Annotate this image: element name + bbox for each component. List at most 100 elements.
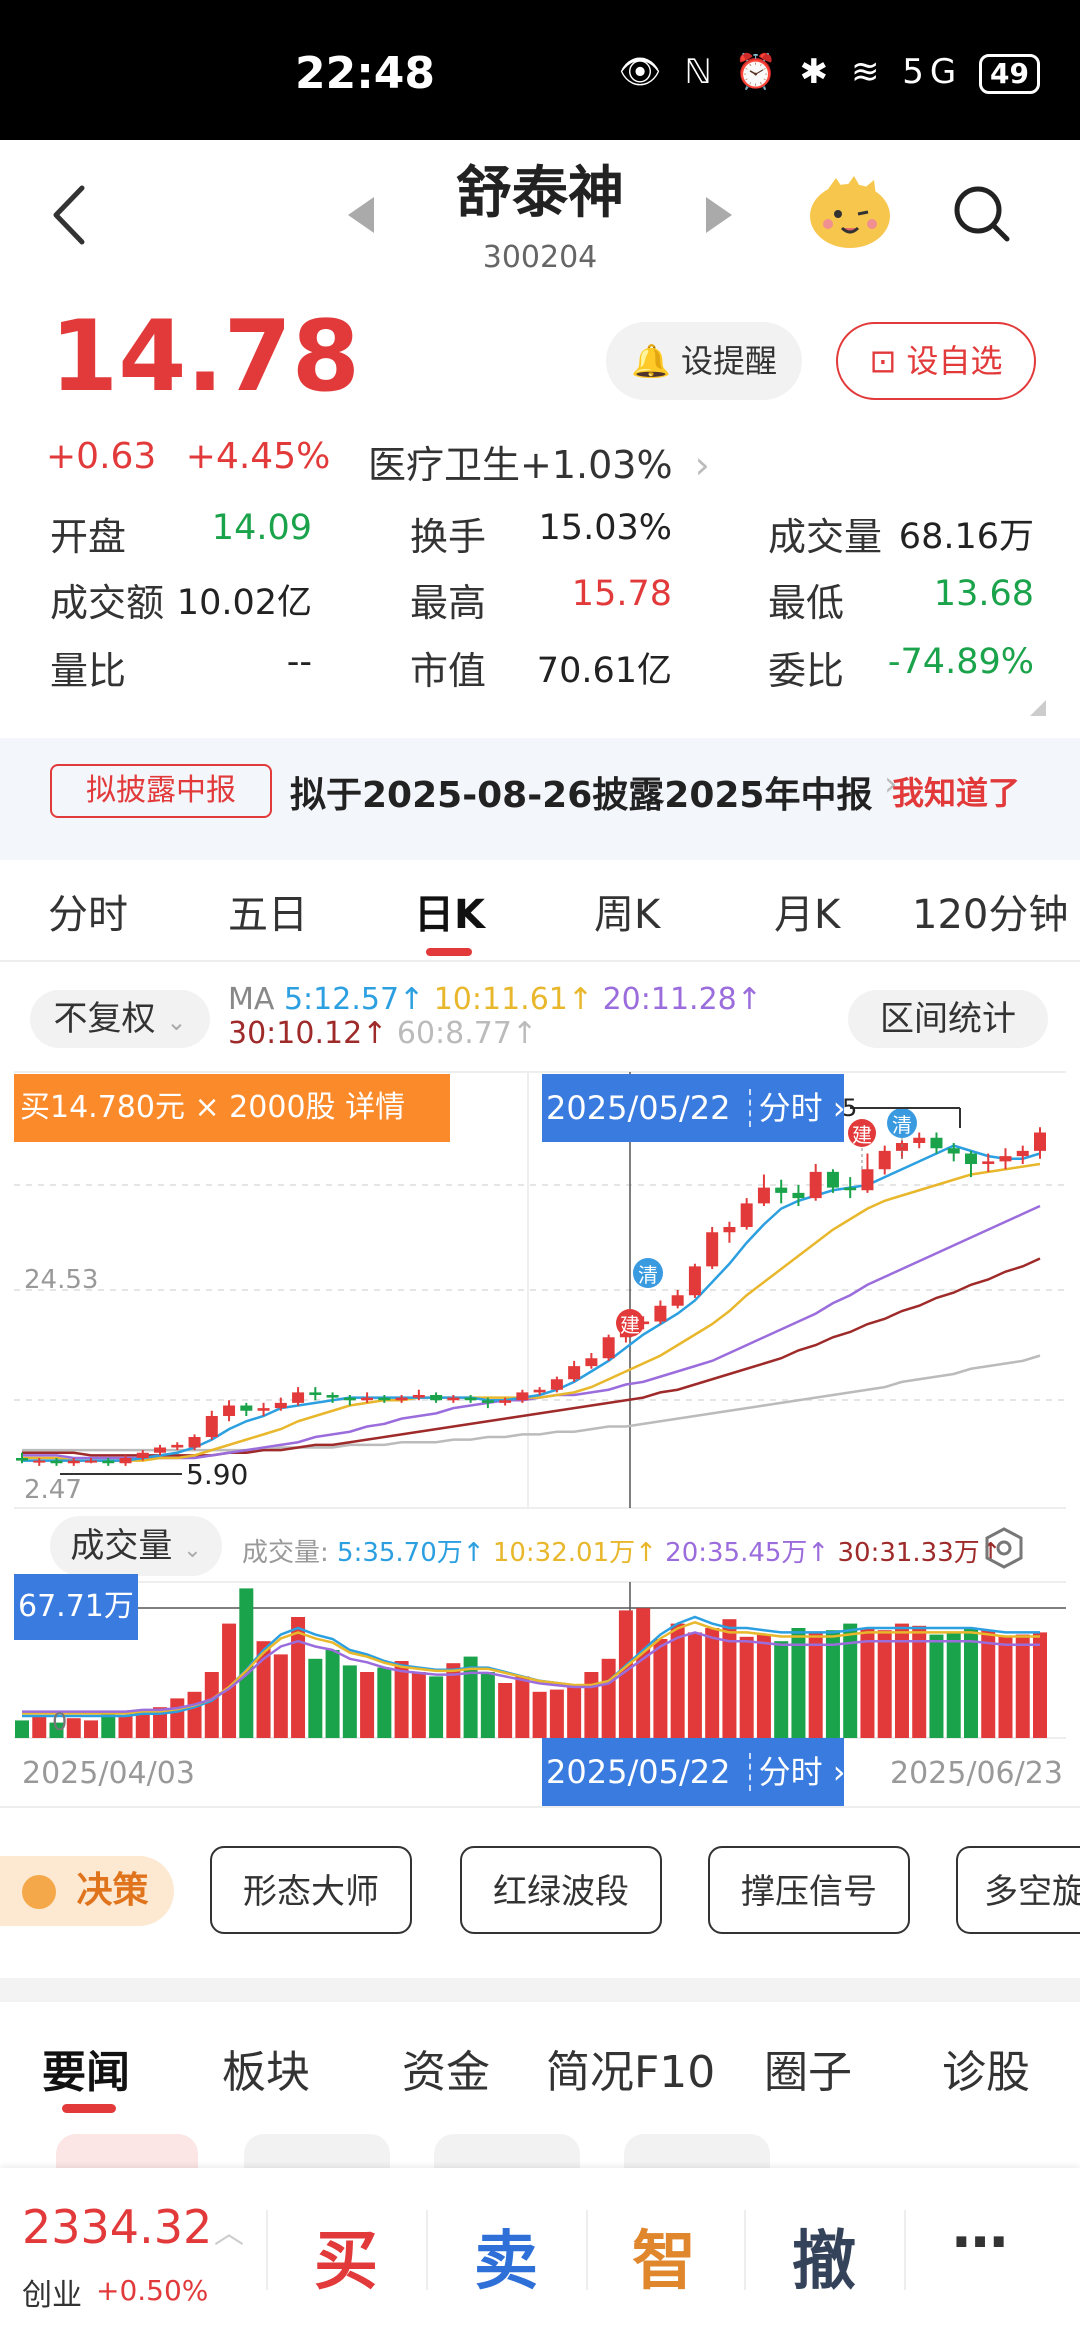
news-tab-headlines[interactable]: 要闻 xyxy=(42,2036,130,2100)
indicator-dropdown[interactable]: 成交量 ⌄ xyxy=(50,1516,222,1576)
tab-weekly-k[interactable]: 周K xyxy=(594,882,660,940)
news-tab-f10[interactable]: 简况F10 xyxy=(546,2036,715,2100)
section-gap xyxy=(0,1978,1080,2002)
tab-monthly-k[interactable]: 月K xyxy=(774,882,840,940)
candle xyxy=(188,1437,201,1448)
volume-ma10: 10:32.01万↑ xyxy=(492,1538,657,1568)
candle xyxy=(499,1400,512,1403)
expand-corner-icon[interactable] xyxy=(1030,700,1046,716)
news-tab-diagnosis[interactable]: 诊股 xyxy=(942,2036,1030,2100)
news-tab-funds[interactable]: 资金 xyxy=(402,2036,490,2100)
tool-long-short[interactable]: 多空旋 xyxy=(956,1846,1080,1934)
volume-bar xyxy=(549,1689,564,1738)
more-icon[interactable]: ⋯ xyxy=(952,2210,1008,2275)
candle xyxy=(50,1460,63,1464)
volume-bar xyxy=(532,1691,547,1738)
candle xyxy=(723,1227,736,1233)
volume-bar xyxy=(308,1658,323,1738)
candle xyxy=(688,1266,701,1296)
decision-button[interactable]: 决策 xyxy=(0,1856,174,1926)
sell-button[interactable]: 卖 xyxy=(474,2210,538,2302)
volume-bar xyxy=(981,1630,996,1738)
volume-bar xyxy=(584,1672,599,1738)
buy-button[interactable]: 买 xyxy=(314,2210,378,2302)
tab-120-min[interactable]: 120分钟 xyxy=(912,882,1068,940)
volume-chart[interactable]: 0 xyxy=(0,1580,1080,1740)
status-icon-group: 👁 ℕ ⏰ ✱ ≋ 5G xyxy=(618,52,963,92)
ma20-line xyxy=(22,1204,1041,1460)
volume-bar xyxy=(1015,1634,1030,1738)
range-stats-button[interactable]: 区间统计 xyxy=(848,990,1048,1048)
volume-bar xyxy=(653,1639,668,1738)
search-icon[interactable] xyxy=(952,184,1010,242)
tab-intraday[interactable]: 分时 xyxy=(48,882,128,940)
volume-bar xyxy=(963,1628,978,1738)
stat-value: 13.68 xyxy=(933,574,1034,614)
ma-label: MA xyxy=(228,982,275,1017)
volume-bar xyxy=(515,1676,530,1738)
tool-red-green-wave[interactable]: 红绿波段 xyxy=(460,1846,662,1934)
next-stock-arrow-icon[interactable] xyxy=(706,197,732,233)
news-tab-sector[interactable]: 板块 xyxy=(222,2036,310,2100)
candle xyxy=(154,1447,167,1453)
candle xyxy=(395,1397,408,1401)
ma30-line xyxy=(22,1257,1041,1457)
candle xyxy=(878,1150,891,1170)
smart-button[interactable]: 智 xyxy=(632,2210,696,2302)
adjust-mode-label: 不复权 xyxy=(53,999,156,1039)
tab-daily-k[interactable]: 日K xyxy=(414,882,485,940)
stat-value: 15.03% xyxy=(538,508,672,548)
candle xyxy=(671,1295,684,1306)
stat-value: 14.09 xyxy=(211,508,312,548)
candle xyxy=(533,1389,546,1393)
cancel-order-button[interactable]: 撤 xyxy=(792,2210,856,2302)
index-change: +0.50% xyxy=(96,2274,209,2307)
candle xyxy=(740,1203,753,1227)
volume-bar xyxy=(66,1718,81,1738)
index-value[interactable]: 2334.32 xyxy=(22,2200,212,2254)
dismiss-notice-button[interactable]: 我知道了 xyxy=(892,768,1020,814)
candle xyxy=(861,1169,874,1191)
intraday-link-bottom: 分时 › xyxy=(748,1753,846,1791)
chevron-up-icon[interactable]: ︿ xyxy=(214,2208,244,2252)
crosshair-date-tag-bottom[interactable]: 2025/05/22 分时 › xyxy=(542,1738,846,1806)
stat-label: 成交额 xyxy=(50,581,165,625)
candle xyxy=(602,1337,615,1359)
candle xyxy=(309,1392,322,1395)
volume-ma30: 30:31.33万↑ xyxy=(837,1538,1002,1568)
add-watchlist-button[interactable]: ⊡ 设自选 xyxy=(836,322,1036,400)
stat-value: 10.02亿 xyxy=(176,583,312,623)
stat-label: 量比 xyxy=(50,649,127,693)
buy-record-banner[interactable]: 买14.780元 × 2000股 详情 xyxy=(14,1074,450,1142)
stat-value: -- xyxy=(286,642,312,682)
sector-link[interactable]: 医疗卫生+1.03% › xyxy=(368,434,710,489)
candle xyxy=(274,1402,287,1409)
volume-max-value: 67.71万 xyxy=(18,1589,134,1624)
candle xyxy=(205,1416,218,1437)
volume-bar xyxy=(705,1628,720,1738)
mascot-icon[interactable] xyxy=(808,172,892,250)
volume-bar xyxy=(498,1683,513,1738)
candle xyxy=(33,1460,46,1463)
intraday-link: 分时 › xyxy=(748,1089,846,1127)
news-tab-circle[interactable]: 圈子 xyxy=(764,2036,852,2100)
adjust-mode-dropdown[interactable]: 不复权 ⌄ xyxy=(30,990,210,1048)
divider xyxy=(426,2210,428,2290)
tab-five-day[interactable]: 五日 xyxy=(228,882,308,940)
ma10-line xyxy=(22,1162,1041,1462)
chevron-down-icon: ⌄ xyxy=(183,1538,202,1563)
tool-support-resistance[interactable]: 撑压信号 xyxy=(708,1846,910,1934)
crosshair-date-tag-top[interactable]: 2025/05/22 分时 › xyxy=(542,1074,846,1142)
jian-marker-label: 建 xyxy=(620,1313,640,1337)
candle xyxy=(240,1405,253,1411)
divider xyxy=(0,960,1080,962)
settings-hexagon-icon[interactable] xyxy=(984,1526,1024,1570)
tool-pattern-master[interactable]: 形态大师 xyxy=(210,1846,412,1934)
change-value: +0.63 xyxy=(46,436,157,477)
volume-bar xyxy=(808,1632,823,1738)
set-alert-button[interactable]: 🔔 设提醒 xyxy=(606,322,802,400)
volume-bar xyxy=(998,1636,1013,1738)
volume-bar xyxy=(601,1658,616,1738)
divider xyxy=(266,2210,268,2290)
notice-tag: 拟披露中报 xyxy=(50,764,272,818)
